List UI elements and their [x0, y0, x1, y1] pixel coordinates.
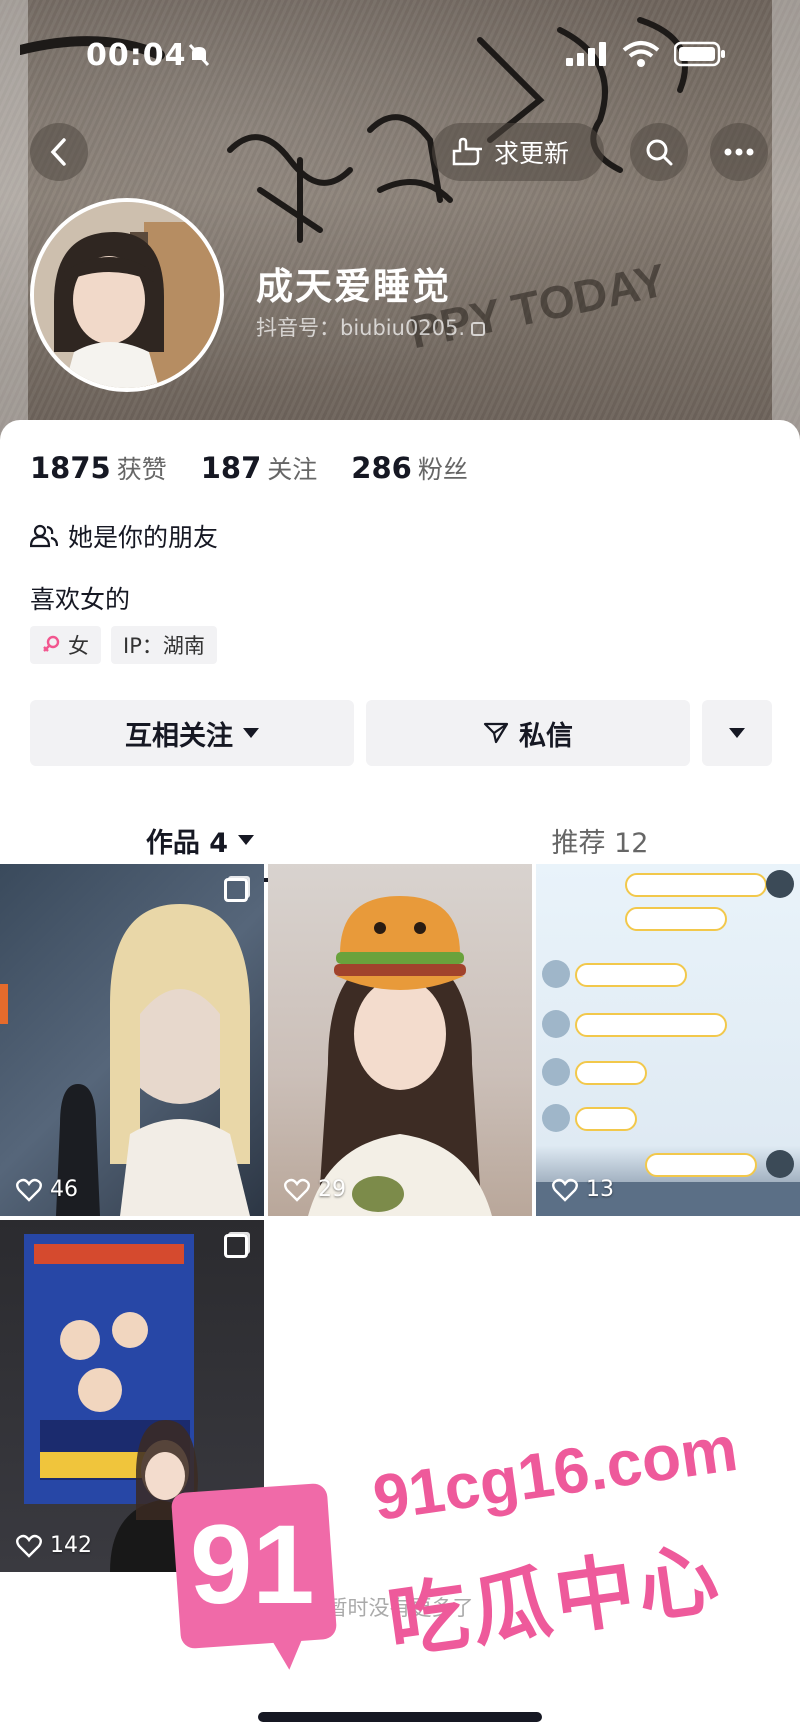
chevron-left-icon: [50, 138, 66, 166]
douyin-id-text: 抖音号：biubiu0205.: [256, 316, 466, 340]
request-update-button[interactable]: 求更新: [432, 123, 604, 181]
stat-following-value: 187: [200, 451, 262, 485]
tab-works-label: 作品 4: [145, 827, 229, 859]
post-image: [0, 904, 250, 1216]
post-likes: 142: [16, 1533, 92, 1558]
female-icon: [43, 635, 60, 652]
post-image: [536, 870, 800, 1216]
post-likes-count: 142: [50, 1533, 92, 1558]
friends-icon: [30, 524, 58, 548]
multi-image-icon: [224, 1234, 248, 1258]
copy-icon[interactable]: [471, 322, 486, 336]
heart-icon: [16, 1534, 42, 1558]
post-likes-count: 46: [50, 1177, 78, 1202]
pointing-hand-icon: [452, 137, 482, 166]
stat-followers-value: 286: [351, 451, 412, 485]
status-time: 00:04: [86, 38, 187, 73]
watermark-number: 91: [190, 1502, 315, 1627]
heart-icon: [284, 1178, 310, 1202]
stat-followers[interactable]: 286 粉丝: [351, 450, 468, 486]
gender-tag: 女: [30, 626, 101, 664]
message-label: 私信: [519, 720, 573, 752]
more-actions-dropdown[interactable]: [702, 700, 772, 766]
profile-banner: PPY TODAY 00:04 求更新 成天爱睡觉 抖音号：biubiu0205…: [0, 0, 800, 440]
post-thumbnail[interactable]: 29: [268, 864, 532, 1216]
stat-likes[interactable]: 1875 获赞: [30, 450, 167, 486]
mutual-follow-button[interactable]: 互相关注: [30, 700, 354, 766]
status-bar: 00:04: [0, 30, 800, 80]
gender-label: 女: [68, 634, 89, 658]
message-button[interactable]: 私信: [366, 700, 690, 766]
caret-down-icon: [238, 835, 255, 845]
profile-nickname: 成天爱睡觉: [256, 265, 451, 308]
stat-following-label: 关注: [267, 455, 318, 484]
mute-bell-icon: [188, 43, 210, 67]
request-update-label: 求更新: [494, 139, 570, 168]
bio-text: 喜欢女的: [30, 585, 131, 614]
heart-icon: [552, 1178, 578, 1202]
post-likes: 13: [552, 1177, 614, 1202]
avatar[interactable]: [30, 198, 224, 392]
stat-followers-label: 粉丝: [417, 455, 468, 484]
caret-down-icon: [243, 728, 259, 738]
search-icon: [646, 139, 673, 166]
ip-location-tag: IP：湖南: [111, 626, 217, 664]
post-image: [308, 896, 492, 1216]
more-button[interactable]: [710, 123, 768, 181]
more-dots-icon: [724, 148, 754, 156]
avatar-photo: [34, 202, 220, 388]
search-button[interactable]: [630, 123, 688, 181]
friend-text: 她是你的朋友: [68, 523, 219, 552]
post-thumbnail[interactable]: 13: [536, 864, 800, 1216]
watermark-name: 吃瓜中心: [382, 1531, 728, 1670]
paper-plane-icon: [483, 722, 509, 744]
post-thumbnail[interactable]: 46: [0, 864, 264, 1216]
stat-likes-label: 获赞: [116, 455, 167, 484]
back-button[interactable]: [30, 123, 88, 181]
stats-row: 1875 获赞 187 关注 286 粉丝: [30, 450, 468, 486]
site-watermark: 91 91cg16.com 吃瓜中心: [170, 1412, 766, 1696]
home-indicator: [258, 1712, 542, 1722]
ip-location-label: IP：湖南: [123, 634, 205, 658]
friend-indicator: 她是你的朋友: [30, 518, 218, 554]
cellular-signal-icon: [566, 42, 606, 66]
heart-icon: [16, 1178, 42, 1202]
wifi-icon: [622, 41, 660, 67]
douyin-id[interactable]: 抖音号：biubiu0205.: [256, 312, 486, 342]
profile-tags: 女 IP：湖南: [30, 626, 217, 664]
post-likes-count: 29: [318, 1177, 346, 1202]
post-likes-count: 13: [586, 1177, 614, 1202]
post-likes: 29: [284, 1177, 346, 1202]
stat-likes-value: 1875: [30, 451, 111, 485]
mutual-follow-label: 互相关注: [125, 720, 233, 752]
multi-image-icon: [224, 878, 248, 902]
caret-down-icon: [729, 728, 745, 738]
battery-icon: [674, 41, 725, 67]
tab-recommend-label: 推荐 12: [551, 827, 649, 859]
action-buttons: 互相关注 私信: [30, 700, 772, 766]
stat-following[interactable]: 187 关注: [201, 450, 318, 486]
post-likes: 46: [16, 1177, 78, 1202]
